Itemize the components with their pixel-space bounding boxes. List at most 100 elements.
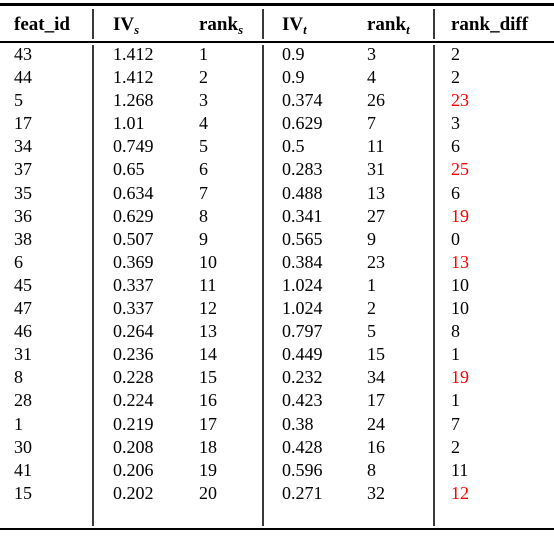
cell-feat-id-value: 36 xyxy=(14,205,32,226)
cell-iv-t-value: 0.797 xyxy=(282,321,323,342)
cell-feat-id-value: 17 xyxy=(14,113,32,134)
cell-feat-id: 31 xyxy=(0,343,92,366)
cell-iv-t-value: 0.5 xyxy=(282,136,305,157)
cell-iv-s-value: 1.412 xyxy=(113,67,154,88)
cell-iv-s: 0.228 xyxy=(92,366,182,389)
cell-iv-s: 0.65 xyxy=(92,158,182,181)
cell-rank-diff: 13 xyxy=(433,251,554,274)
cell-feat-id: 17 xyxy=(0,112,92,135)
cell-iv-s-value: 0.629 xyxy=(113,205,154,226)
column-header-iv-t: IVt xyxy=(262,0,350,38)
table-row: 43 1.412 1 0.9 3 2 xyxy=(0,38,554,66)
cell-rank-t-value: 17 xyxy=(367,390,385,411)
cell-iv-s-value: 0.224 xyxy=(113,390,154,411)
cell-rank-t: 24 xyxy=(350,413,433,436)
cell-rank-t: 13 xyxy=(350,182,433,205)
cell-iv-t-value: 0.449 xyxy=(282,344,323,365)
cell-iv-t: 0.38 xyxy=(262,413,350,436)
cell-rank-s-value: 8 xyxy=(199,205,208,226)
cell-rank-t-value: 26 xyxy=(367,90,385,111)
cell-feat-id-value: 30 xyxy=(14,436,32,457)
cell-iv-t: 0.488 xyxy=(262,182,350,205)
cell-feat-id: 1 xyxy=(0,413,92,436)
cell-rank-t-value: 2 xyxy=(367,298,376,319)
cell-iv-s-value: 0.264 xyxy=(113,321,154,342)
cell-rank-t: 11 xyxy=(350,135,433,158)
cell-iv-t-value: 0.428 xyxy=(282,436,323,457)
cell-rank-diff-value: 10 xyxy=(451,274,469,295)
cell-iv-t-value: 0.271 xyxy=(282,482,323,503)
cell-feat-id-value: 1 xyxy=(14,413,23,434)
cell-iv-s: 0.236 xyxy=(92,343,182,366)
cell-iv-t-value: 0.629 xyxy=(282,113,323,134)
table-body: 43 1.412 1 0.9 3 2 44 1.412 2 0.9 4 2 5 1.268 3 0.374 26… xyxy=(0,38,554,505)
cell-feat-id: 34 xyxy=(0,135,92,158)
cell-rank-s: 16 xyxy=(182,389,262,412)
cell-rank-s: 19 xyxy=(182,459,262,482)
cell-rank-t-value: 3 xyxy=(367,44,376,64)
cell-feat-id: 47 xyxy=(0,297,92,320)
cell-feat-id-value: 34 xyxy=(14,136,32,157)
cell-feat-id: 35 xyxy=(0,182,92,205)
cell-rank-s: 7 xyxy=(182,182,262,205)
cell-feat-id: 8 xyxy=(0,366,92,389)
cell-rank-t: 32 xyxy=(350,482,433,505)
cell-feat-id-value: 41 xyxy=(14,459,32,480)
cell-rank-diff: 2 xyxy=(433,66,554,89)
cell-iv-s-value: 0.202 xyxy=(113,482,154,503)
cell-rank-t: 31 xyxy=(350,158,433,181)
cell-rank-s: 15 xyxy=(182,366,262,389)
cell-rank-diff: 2 xyxy=(433,436,554,459)
cell-iv-t: 1.024 xyxy=(262,297,350,320)
table-row: 5 1.268 3 0.374 26 23 xyxy=(0,89,554,112)
cell-rank-diff: 25 xyxy=(433,158,554,181)
cell-iv-s: 0.264 xyxy=(92,320,182,343)
cell-iv-s-value: 0.208 xyxy=(113,436,154,457)
column-header-iv-s: IVs xyxy=(92,0,182,38)
cell-rank-s-value: 5 xyxy=(199,136,208,157)
cell-rank-diff-value: 6 xyxy=(451,136,460,157)
cell-rank-t-value: 9 xyxy=(367,228,376,249)
cell-iv-t: 0.565 xyxy=(262,228,350,251)
cell-feat-id: 37 xyxy=(0,158,92,181)
cell-iv-t-value: 0.232 xyxy=(282,367,323,388)
cell-rank-s-value: 11 xyxy=(199,274,217,295)
cell-rank-t-value: 32 xyxy=(367,482,385,503)
cell-rank-t-value: 24 xyxy=(367,413,385,434)
cell-iv-s-value: 0.65 xyxy=(113,159,145,180)
cell-rank-diff-value: 19 xyxy=(451,367,469,388)
cell-iv-s-value: 0.369 xyxy=(113,251,154,272)
cell-rank-diff: 19 xyxy=(433,205,554,228)
cell-feat-id: 45 xyxy=(0,274,92,297)
cell-iv-s-value: 0.337 xyxy=(113,298,154,319)
cell-iv-s: 0.219 xyxy=(92,413,182,436)
cell-rank-s: 18 xyxy=(182,436,262,459)
cell-iv-t-value: 0.341 xyxy=(282,205,323,226)
table-row: 6 0.369 10 0.384 23 13 xyxy=(0,251,554,274)
cell-iv-t-value: 1.024 xyxy=(282,274,323,295)
cell-feat-id-value: 6 xyxy=(14,251,23,272)
cell-rank-s: 12 xyxy=(182,297,262,320)
cell-rank-s: 6 xyxy=(182,158,262,181)
cell-iv-s: 1.01 xyxy=(92,112,182,135)
cell-rank-diff-value: 2 xyxy=(451,67,460,88)
table-row: 41 0.206 19 0.596 8 11 xyxy=(0,459,554,482)
cell-iv-t: 0.797 xyxy=(262,320,350,343)
cell-rank-diff: 1 xyxy=(433,343,554,366)
cell-iv-s: 0.634 xyxy=(92,182,182,205)
cell-iv-t-value: 0.9 xyxy=(282,44,305,64)
cell-rank-diff-value: 2 xyxy=(451,436,460,457)
column-header-iv-t-subscript: t xyxy=(303,21,307,37)
cell-iv-t: 0.232 xyxy=(262,366,350,389)
cell-rank-diff-value: 8 xyxy=(451,321,460,342)
cell-rank-t-value: 4 xyxy=(367,67,376,88)
cell-rank-t-value: 27 xyxy=(367,205,385,226)
cell-iv-s-value: 0.228 xyxy=(113,367,154,388)
header-row: feat_id IVs ranks IVt rankt rank_diff xyxy=(0,0,554,38)
cell-rank-s: 3 xyxy=(182,89,262,112)
cell-rank-diff-value: 3 xyxy=(451,113,460,134)
cell-rank-t: 9 xyxy=(350,228,433,251)
column-header-iv-t-label: IV xyxy=(282,14,304,35)
cell-feat-id: 36 xyxy=(0,205,92,228)
cell-iv-s: 0.206 xyxy=(92,459,182,482)
